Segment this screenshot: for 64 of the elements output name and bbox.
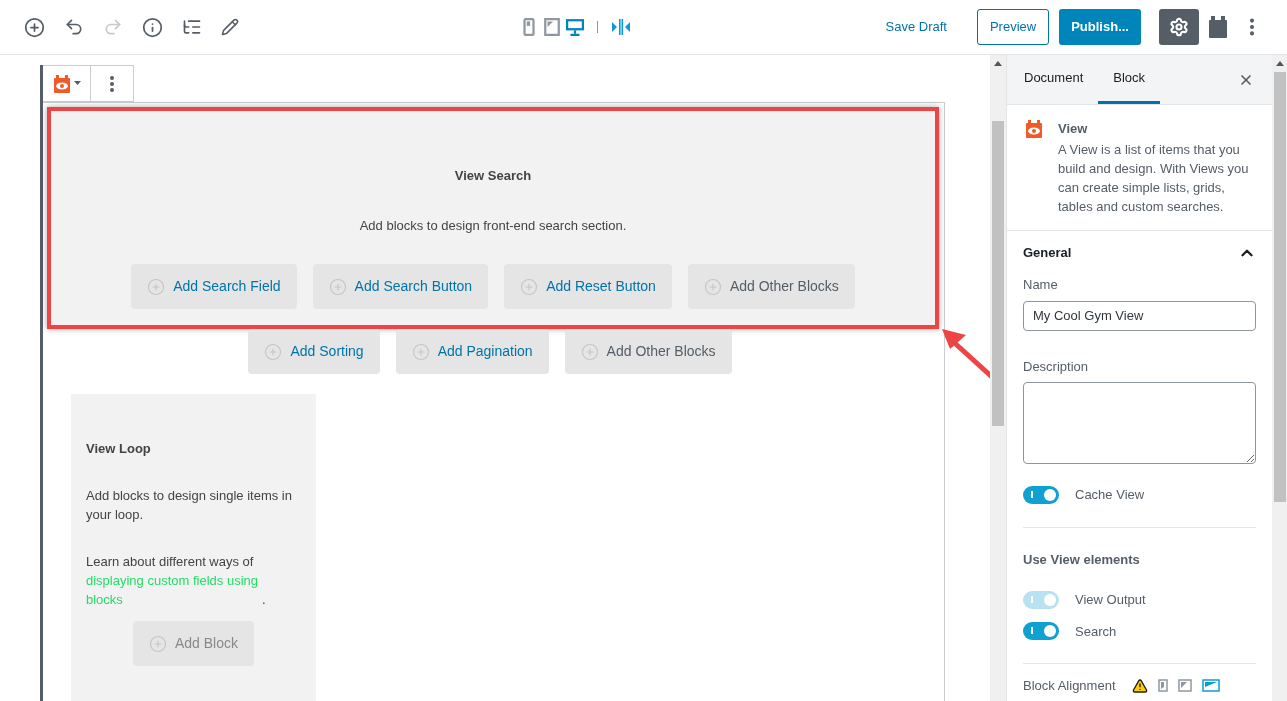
toggle-label: Cache View xyxy=(1075,486,1145,504)
general-panel-header[interactable]: General xyxy=(1023,231,1256,275)
plus-circle-icon xyxy=(147,277,166,296)
description-field[interactable] xyxy=(1023,382,1256,464)
publish-button[interactable]: Publish... xyxy=(1059,9,1141,45)
section-title: View Search xyxy=(454,167,532,185)
toggle-switch[interactable] xyxy=(1023,622,1059,641)
plus-circle-icon xyxy=(148,634,167,653)
sidebar-tab[interactable]: Block xyxy=(1098,55,1161,104)
edit-pencil-icon[interactable] xyxy=(221,18,239,36)
add-block-button[interactable]: Add Other Blocks xyxy=(687,264,855,309)
field-label: Name xyxy=(1023,276,1059,294)
plus-circle-icon xyxy=(580,342,599,361)
plus-circle-icon xyxy=(264,342,283,361)
scroll-up-arrow-icon[interactable] xyxy=(994,61,1002,66)
caret-icon xyxy=(74,81,81,86)
scrollbar-thumb[interactable] xyxy=(1273,72,1286,502)
scrollbar-thumb[interactable] xyxy=(992,121,1004,426)
sidebar-tab[interactable]: Document xyxy=(1009,55,1099,104)
add-block-button[interactable]: Add Pagination xyxy=(395,329,549,374)
plus-circle-icon xyxy=(520,277,539,296)
preview-button[interactable]: Preview xyxy=(976,9,1050,45)
calendar-eye-icon xyxy=(1024,119,1044,139)
alignment-option-icon[interactable] xyxy=(1157,679,1168,693)
block-description: A View is a list of items that you build and design. With Views you can create simple lists, grids, tables and custom searches. xyxy=(1058,141,1250,216)
add-block-icon[interactable] xyxy=(24,16,45,38)
undo-icon[interactable] xyxy=(64,17,84,37)
block-title: View xyxy=(1058,120,1089,138)
alignment-option-icon[interactable] xyxy=(1201,679,1220,693)
add-block-button[interactable]: Add Reset Button xyxy=(504,264,672,309)
field-label: Description xyxy=(1023,357,1090,376)
more-options-icon xyxy=(110,75,114,92)
add-block-button[interactable]: Add Block xyxy=(132,621,254,666)
field-label: Block Alignment xyxy=(1023,677,1116,695)
settings-button[interactable] xyxy=(1159,9,1199,45)
add-block-button[interactable]: Add Other Blocks xyxy=(564,329,732,374)
learn-more-text: Learn about different ways of displaying custom fields using blocks . xyxy=(86,553,267,609)
split-view-icon[interactable] xyxy=(611,18,631,36)
plugin-calendar-icon[interactable] xyxy=(1209,16,1227,38)
alignment-option-icon[interactable] xyxy=(1177,679,1192,693)
info-icon[interactable] xyxy=(142,16,163,38)
mobile-preview-icon[interactable] xyxy=(520,18,538,36)
toggle-label: Search xyxy=(1075,622,1117,641)
section-description: Add blocks to design single items in your loop. xyxy=(86,487,293,524)
tablet-preview-icon[interactable] xyxy=(543,18,561,36)
subsection-title: Use View elements xyxy=(1023,550,1141,569)
plus-circle-icon xyxy=(703,277,722,296)
plus-circle-icon xyxy=(411,342,430,361)
scroll-up-arrow-icon[interactable] xyxy=(1275,61,1284,66)
outline-icon[interactable] xyxy=(182,17,202,37)
add-block-button[interactable]: Add Sorting xyxy=(248,329,380,374)
save-draft-link[interactable]: Save Draft xyxy=(873,17,959,37)
name-field[interactable]: My Cool Gym View xyxy=(1023,300,1256,331)
add-block-button[interactable]: Add Search Field xyxy=(131,264,297,309)
section-title: View Loop xyxy=(86,440,152,458)
warning-icon xyxy=(1131,677,1148,694)
calendar-eye-icon xyxy=(52,73,72,94)
plus-circle-icon xyxy=(328,277,347,296)
section-description: Add blocks to design front-end search section. xyxy=(359,216,627,235)
settings-icon xyxy=(1169,17,1189,37)
add-block-button[interactable]: Add Search Button xyxy=(312,264,489,309)
toggle-switch[interactable] xyxy=(1023,485,1059,504)
toggle-label: View Output xyxy=(1075,591,1146,609)
desktop-preview-icon[interactable] xyxy=(566,18,584,36)
